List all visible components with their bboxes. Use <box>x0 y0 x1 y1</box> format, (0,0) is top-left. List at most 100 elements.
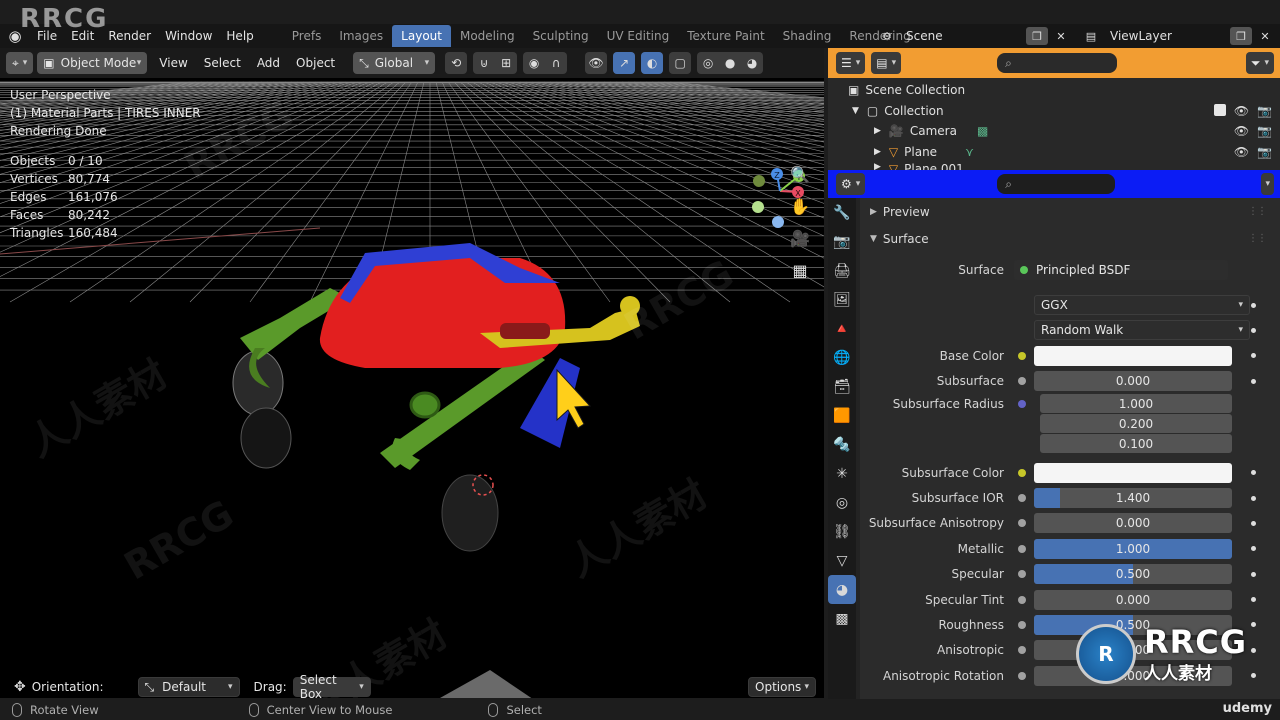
specular-tint-field[interactable]: 0.000 <box>1034 589 1232 610</box>
material-shading-icon[interactable]: ◕ <box>741 52 763 74</box>
properties-search-input[interactable]: ⌕ <box>997 174 1116 194</box>
preview-panel-header[interactable]: ▶ Preview ⋮⋮ <box>860 199 1280 224</box>
distribution-select[interactable]: GGX ▾ <box>1034 295 1250 316</box>
keyframe-dot-icon[interactable] <box>1251 353 1256 359</box>
keyframe-dot-icon[interactable] <box>1251 327 1256 333</box>
snap-target-icon[interactable]: ⊞ <box>495 52 517 74</box>
yellow-joint[interactable] <box>620 296 640 316</box>
3d-viewport[interactable]: Z Y X User Perspective (1) Material Part… <box>0 78 824 698</box>
scene-name[interactable]: Scene <box>906 29 1024 43</box>
subsurface-radius-field[interactable]: 0.200 <box>1040 414 1232 434</box>
workspace-tab-images[interactable]: Images <box>330 25 392 47</box>
menu-object[interactable]: Object <box>288 56 343 70</box>
pivot-icon[interactable]: ⟲ <box>445 52 467 74</box>
menu-render[interactable]: Render <box>101 24 158 48</box>
surface-panel-header[interactable]: ▼ Surface ⋮⋮ <box>860 226 1280 251</box>
keyframe-dot-icon[interactable] <box>1251 597 1256 603</box>
tire-right-rear[interactable] <box>441 474 499 552</box>
scene-close-icon[interactable]: ✕ <box>1050 27 1072 45</box>
base-color-field[interactable] <box>1034 345 1232 366</box>
keyframe-dot-icon[interactable] <box>1251 622 1256 628</box>
outliner-row-camera[interactable]: ▶ 🎥 Camera ▩ 👁 📷 <box>828 121 1280 142</box>
keyframe-dot-icon[interactable] <box>1251 302 1256 308</box>
specular-field[interactable]: 0.500 <box>1034 564 1232 585</box>
tab-texture-icon[interactable]: ▩ <box>828 604 856 633</box>
solid-shading-icon[interactable]: ● <box>719 52 741 74</box>
wireframe-shading-icon[interactable]: ◎ <box>697 52 719 74</box>
outliner-row-scene-collection[interactable]: ▣ Scene Collection <box>828 80 1280 101</box>
subsurface-field[interactable]: 0.000 <box>1034 371 1232 392</box>
subsurface-radius-field[interactable]: 1.000 <box>1040 394 1232 414</box>
scene-browse-icon[interactable]: ⚙ <box>876 27 898 45</box>
overlay-toggle-icon[interactable]: ◐ <box>641 52 664 74</box>
camera-view-icon[interactable]: 🎥 <box>786 222 814 254</box>
viewlayer-close-icon[interactable]: ✕ <box>1254 27 1276 45</box>
menu-select[interactable]: Select <box>196 56 249 70</box>
pan-hand-icon[interactable]: ✋ <box>786 190 814 222</box>
gizmo-neg-z-handle[interactable] <box>772 216 784 228</box>
visibility-icon[interactable]: 👁 <box>585 52 607 74</box>
outliner-editor-type-button[interactable]: ☰ ▾ <box>836 52 866 74</box>
gizmo-neg-y-handle[interactable] <box>753 175 765 187</box>
keyframe-dot-icon[interactable] <box>1251 495 1256 501</box>
keyframe-dot-icon[interactable] <box>1251 571 1256 577</box>
outliner-search-input[interactable]: ⌕ <box>997 53 1118 73</box>
surface-shader-field[interactable]: Principled BSDF <box>1014 259 1228 280</box>
falloff-icon[interactable]: ∩ <box>545 52 567 74</box>
workspace-tab-sculpting[interactable]: Sculpting <box>524 25 598 47</box>
eye-icon[interactable]: 👁 <box>1234 104 1249 118</box>
keyframe-dot-icon[interactable] <box>1251 647 1256 653</box>
outliner-row-plane[interactable]: ▶ ▽ Plane ⋎ 👁 📷 <box>828 142 1280 163</box>
red-axle-detail[interactable] <box>500 323 550 339</box>
mode-select[interactable]: ▣ Object Mode ▾ <box>37 52 148 74</box>
metallic-field[interactable]: 1.000 <box>1034 538 1232 559</box>
tab-render-icon[interactable]: 📷 <box>828 227 856 256</box>
subsurface-method-select[interactable]: Random Walk ▾ <box>1034 320 1250 341</box>
keyframe-dot-icon[interactable] <box>1251 546 1256 552</box>
expand-icon[interactable]: ▶ <box>874 126 881 136</box>
outliner-row-collection[interactable]: ▼ ▢ Collection 👁 📷 <box>828 101 1280 122</box>
gizmo-neg-x-handle[interactable] <box>752 201 764 213</box>
tab-modifiers-icon[interactable]: 🔩 <box>828 430 856 459</box>
tab-object-icon[interactable]: 🟧 <box>828 401 856 430</box>
eye-icon[interactable]: 👁 <box>1234 124 1249 138</box>
tire-left-front[interactable] <box>232 350 284 416</box>
options-button[interactable]: Options ▾ <box>748 677 816 697</box>
filter-button[interactable]: ⏷ ▾ <box>1245 52 1274 74</box>
subsurface-anisotropy-field[interactable]: 0.000 <box>1034 513 1232 534</box>
render-camera-icon[interactable]: 📷 <box>1257 145 1272 159</box>
viewlayer-browse-icon[interactable]: ▤ <box>1080 27 1102 45</box>
tab-collection-icon[interactable]: 🗃 <box>828 372 856 401</box>
viewlayer-name[interactable]: ViewLayer <box>1110 29 1228 43</box>
workspace-tab-texture-paint[interactable]: Texture Paint <box>678 25 773 47</box>
keyframe-dot-icon[interactable] <box>1251 673 1256 679</box>
expand-icon[interactable]: ▶ <box>874 147 881 157</box>
drag-handle-icon[interactable]: ⋮⋮ <box>1248 233 1267 244</box>
properties-options-button[interactable]: ▾ <box>1261 173 1274 195</box>
subsurface-radius-field[interactable]: 0.100 <box>1040 434 1232 454</box>
tab-output-icon[interactable]: 🖨 <box>828 256 856 285</box>
xray-icon[interactable]: ▢ <box>669 52 691 74</box>
workspace-tab-shading[interactable]: Shading <box>774 25 841 47</box>
workspace-tab-layout[interactable]: Layout <box>392 25 451 47</box>
drag-handle-icon[interactable]: ⋮⋮ <box>1248 206 1267 217</box>
lawnmower-model[interactable] <box>232 243 640 698</box>
keyframe-dot-icon[interactable] <box>1251 378 1256 384</box>
menu-window[interactable]: Window <box>158 24 219 48</box>
green-ring[interactable] <box>409 391 441 419</box>
orientation-select[interactable]: ⤡ Global ▾ <box>353 52 436 74</box>
subsurface-ior-field[interactable]: 1.400 <box>1034 488 1232 509</box>
expand-icon[interactable]: ▼ <box>852 106 859 116</box>
menu-add[interactable]: Add <box>249 56 288 70</box>
orientation-footer-select[interactable]: ⤡ Default ▾ <box>137 677 240 697</box>
workspace-tab-uv-editing[interactable]: UV Editing <box>598 25 679 47</box>
tab-data-icon[interactable]: ▽ <box>828 546 856 575</box>
subsurface-color-field[interactable] <box>1034 462 1232 483</box>
viewlayer-copy-icon[interactable]: ❐ <box>1230 27 1252 45</box>
tab-world-icon[interactable]: 🌐 <box>828 343 856 372</box>
perspective-grid-icon[interactable]: ▦ <box>786 254 814 286</box>
tab-constraints-icon[interactable]: ⛓ <box>828 517 856 546</box>
render-camera-icon[interactable]: 📷 <box>1257 124 1272 138</box>
zoom-icon[interactable]: 🔍 <box>786 158 814 190</box>
move-tool-icon[interactable]: ✥ <box>14 679 26 695</box>
